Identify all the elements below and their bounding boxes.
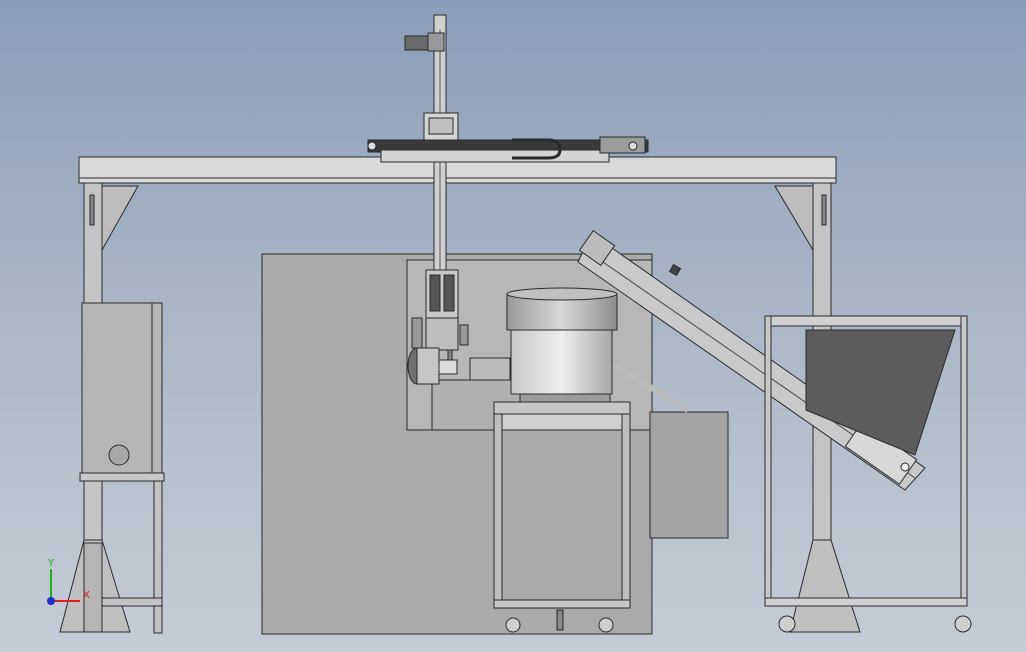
x-axis-label: X xyxy=(83,590,90,601)
z-axis-marker xyxy=(47,597,55,605)
assembly-drawing[interactable]: Y X xyxy=(0,0,1026,652)
y-axis-label: Y xyxy=(47,558,55,569)
robot-x-axis xyxy=(367,136,649,163)
hopper-station xyxy=(764,315,972,633)
cad-viewport[interactable]: Y X xyxy=(0,0,1026,652)
